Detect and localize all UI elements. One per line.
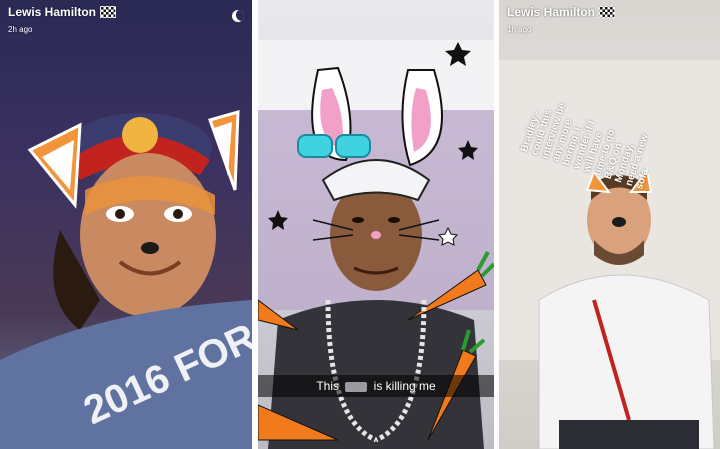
checkered-flag-icon [100,6,117,18]
time-ago-label: 1h ago [507,25,532,34]
snap-panel-2[interactable]: This is killing me [258,0,494,449]
caption-text-end: is killing me [373,379,436,393]
caption-text-start: This [316,379,339,393]
moon-icon [232,10,244,22]
snap-panel-3[interactable]: Lewis Hamilton 1h ago Bradley - could th… [499,0,720,449]
snap-caption: This is killing me [258,375,494,397]
redaction-block [345,381,368,392]
time-ago-label: 2h ago [8,25,33,34]
snap-photo-3 [499,60,720,449]
username-label[interactable]: Lewis Hamilton [507,5,595,19]
story-header[interactable]: Lewis Hamilton [8,5,117,19]
snap-panel-1[interactable]: 2016 FOR Lewis Hamilton 2h ago [0,0,252,449]
username-label[interactable]: Lewis Hamilton [8,5,96,19]
snap-photo-1: 2016 FOR [0,109,252,449]
story-header[interactable]: Lewis Hamilton [507,5,616,19]
checkered-flag-icon [599,6,616,18]
